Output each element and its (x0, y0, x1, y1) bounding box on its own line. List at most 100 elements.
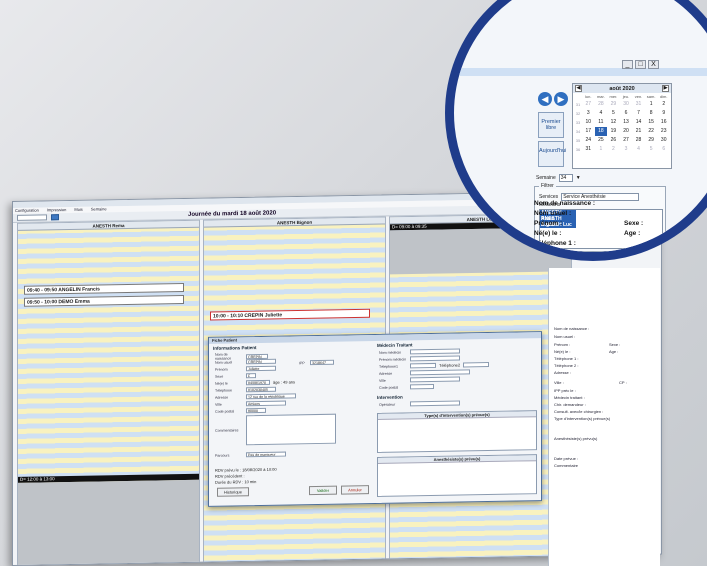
search-button[interactable] (51, 214, 59, 221)
birthdate-input[interactable]: 04/08/1970 (246, 379, 270, 386)
calendar-day[interactable]: 5 (607, 109, 620, 118)
field-row: Téléphone1 Téléphone2 (379, 362, 490, 369)
postal-code-input[interactable]: 80000 (246, 407, 266, 414)
calendar-day[interactable]: 20 (620, 127, 633, 136)
week-number: 31 (575, 102, 581, 107)
arrow-left-icon[interactable]: ◀ (538, 92, 552, 106)
medecin-tel2-input[interactable] (463, 362, 490, 368)
valider-button[interactable]: Valider (309, 485, 337, 496)
calendar-day[interactable]: 6 (657, 145, 670, 154)
menu-mois[interactable]: Mois (74, 207, 82, 213)
city-input[interactable]: Amiens (246, 400, 286, 407)
calendar-day[interactable]: 15 (645, 118, 658, 127)
calendar-day[interactable]: 29 (607, 100, 620, 109)
week-number: 33 (575, 120, 581, 125)
calendar-day[interactable]: 30 (620, 100, 633, 109)
search-input[interactable] (17, 214, 47, 221)
calendar-day[interactable]: 4 (595, 109, 608, 118)
appointment-angelin[interactable]: 09:40 - 09:50 ANGELIN Francis (24, 282, 184, 295)
medecin-cp-input[interactable] (410, 383, 434, 390)
week-number: 35 (575, 138, 581, 143)
prev-month-icon[interactable]: ◀ (575, 85, 582, 92)
appointment-demo[interactable]: 09:50 - 10:00 DEMO Emma (24, 294, 184, 307)
parcours-select[interactable]: Pas de marqueur (246, 451, 286, 458)
field-label: Commentaires (215, 428, 239, 433)
calendar-day[interactable]: 12 (607, 118, 620, 127)
calendar-day[interactable]: 23 (657, 127, 670, 136)
phone-input[interactable]: 0102030405 (246, 386, 276, 393)
chevron-down-icon[interactable]: ▼ (576, 175, 581, 181)
week-selector: Semaine 34 ▼ (536, 174, 581, 182)
calendar-day[interactable]: 2 (607, 145, 620, 154)
next-month-icon[interactable]: ▶ (662, 85, 669, 92)
calendar-day[interactable]: 8 (645, 109, 658, 118)
medecin-ville-input[interactable] (410, 376, 460, 383)
maximize-icon[interactable]: □ (635, 60, 646, 69)
calendar-day[interactable]: 3 (620, 145, 633, 154)
semaine-select[interactable]: 34 (558, 174, 573, 182)
calendar-day[interactable]: 7 (632, 109, 645, 118)
calendar-day[interactable]: 3 (582, 109, 595, 118)
historique-button[interactable]: Historique (217, 487, 249, 497)
filter-legend: Filtrer (539, 183, 556, 189)
calendar-day[interactable]: 27 (582, 100, 595, 109)
appointment-crepin[interactable]: 10:00 - 10:10 CREPIN Juliette (210, 308, 370, 321)
calendar-day[interactable]: 26 (607, 136, 620, 145)
calendar-day[interactable]: 25 (595, 136, 608, 145)
calendar-day[interactable]: 11 (595, 118, 608, 127)
side-label: Médecin traitant : (554, 395, 585, 400)
menu-semaine[interactable]: Semaine (91, 206, 107, 212)
calendar-day[interactable]: 1 (595, 145, 608, 154)
arrow-right-icon[interactable]: ▶ (554, 92, 568, 106)
annuler-button[interactable]: Annuler (341, 485, 369, 495)
calendar-day[interactable]: 1 (645, 100, 658, 109)
calendar-day[interactable]: 24 (582, 136, 595, 145)
medecin-prenom-input[interactable] (410, 355, 460, 362)
operateur-select[interactable] (410, 400, 460, 407)
menu-impression[interactable]: Impression (47, 207, 67, 213)
calendar-day[interactable]: 19 (607, 127, 620, 136)
calendar-day[interactable]: 6 (620, 109, 633, 118)
calendar-day[interactable]: 29 (645, 136, 658, 145)
calendar-day[interactable]: 31 (632, 100, 645, 109)
ipp-label: IPP (299, 360, 305, 365)
nom-usuel-label: Nom usuel : (534, 210, 572, 217)
zoom-magnifier: _ □ X ◀ ▶ Premier libre Aujourd'hui ◀ ao… (445, 0, 707, 261)
menu-configuration[interactable]: Configuration (15, 208, 39, 214)
address-input[interactable]: 12 rue de la république (246, 393, 296, 400)
ipp-input[interactable]: 3218647 (310, 359, 334, 366)
close-icon[interactable]: X (648, 60, 659, 69)
calendar-day[interactable]: 2 (657, 100, 670, 109)
calendar-day[interactable]: 31 (582, 145, 595, 154)
field-row: Adresse 12 rue de la république (215, 393, 296, 399)
premier-libre-button[interactable]: Premier libre (538, 112, 564, 138)
calendar-day[interactable]: 16 (657, 118, 670, 127)
calendar-day[interactable]: 10 (582, 118, 595, 127)
medecin-tel1-input[interactable] (410, 362, 436, 369)
calendar-day[interactable]: 22 (645, 127, 658, 136)
calendar-day[interactable]: 13 (620, 118, 633, 127)
minimize-icon[interactable]: _ (622, 60, 633, 69)
calendar-day[interactable]: 28 (632, 136, 645, 145)
calendar-day[interactable]: 21 (632, 127, 645, 136)
calendar-day[interactable]: 27 (620, 136, 633, 145)
calendar-day[interactable]: 4 (632, 145, 645, 154)
nom-usuel-input[interactable]: CREPIN (246, 358, 276, 365)
today-button[interactable]: Aujourd'hui (538, 141, 566, 167)
calendar-day[interactable]: 30 (657, 136, 670, 145)
calendar-day[interactable]: 18 (594, 127, 608, 136)
field-row: Né(e) le 04/08/1970 âge : 49 ans (215, 379, 295, 385)
comment-textarea[interactable] (246, 413, 336, 446)
calendar-day[interactable]: 17 (582, 127, 595, 136)
calendar-day[interactable]: 9 (657, 109, 670, 118)
medecin-nom-input[interactable] (410, 348, 460, 355)
week-number: 34 (575, 129, 581, 134)
calendar-day[interactable]: 28 (595, 100, 608, 109)
side-label: Consult. avec/le chirurgien : (554, 409, 604, 414)
prenom-input[interactable]: Juliette (246, 365, 276, 372)
side-label: Prénom : (554, 342, 571, 347)
sexe-radio[interactable]: F (246, 373, 256, 379)
medecin-adresse-input[interactable] (410, 369, 470, 376)
calendar-day[interactable]: 5 (645, 145, 658, 154)
calendar-day[interactable]: 14 (632, 118, 645, 127)
